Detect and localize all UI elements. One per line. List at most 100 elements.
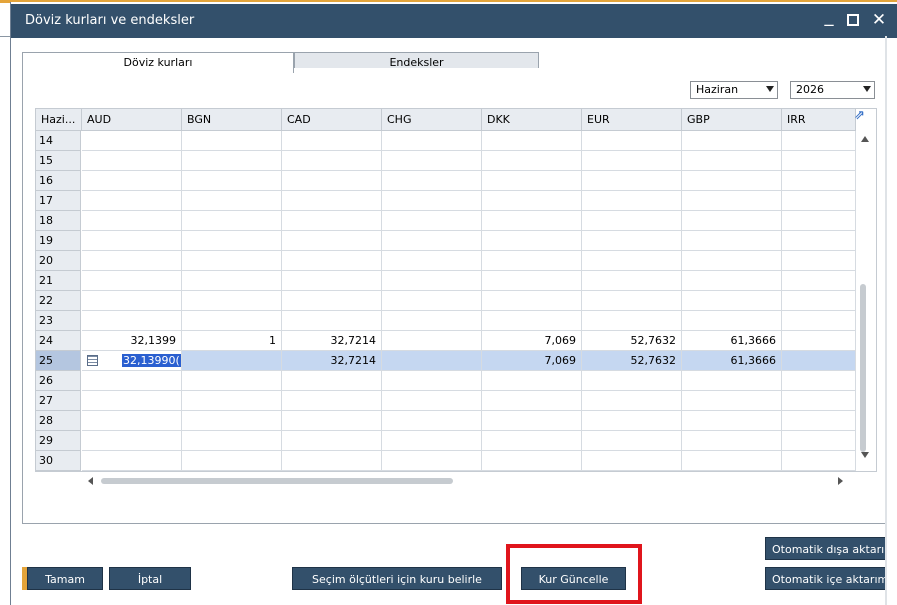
table-cell[interactable] <box>582 211 682 231</box>
table-cell[interactable] <box>282 171 382 191</box>
table-row[interactable]: 19 <box>36 231 856 251</box>
tab-exchange-rates[interactable]: Döviz kurları <box>22 52 294 73</box>
column-header-chg[interactable]: CHG <box>382 109 482 131</box>
table-cell[interactable] <box>382 431 482 451</box>
table-cell[interactable] <box>682 151 782 171</box>
table-cell[interactable] <box>682 231 782 251</box>
table-cell[interactable] <box>382 151 482 171</box>
row-header[interactable]: 23 <box>36 311 81 331</box>
table-cell[interactable]: 32,7214 <box>282 351 382 371</box>
table-cell[interactable] <box>282 451 382 471</box>
table-cell[interactable] <box>482 231 582 251</box>
column-header-eur[interactable]: EUR <box>582 109 682 131</box>
row-header[interactable]: 26 <box>36 371 81 391</box>
expand-icon[interactable]: ⇗ <box>854 109 866 122</box>
column-header-gbp[interactable]: GBP <box>682 109 782 131</box>
table-cell[interactable] <box>182 231 282 251</box>
table-cell[interactable] <box>782 251 856 271</box>
row-header[interactable]: 29 <box>36 431 81 451</box>
column-header-dkk[interactable]: DKK <box>482 109 582 131</box>
table-cell[interactable]: 61,3666 <box>682 331 782 351</box>
table-cell[interactable] <box>82 271 182 291</box>
table-cell[interactable] <box>482 171 582 191</box>
table-cell[interactable] <box>782 231 856 251</box>
table-cell[interactable] <box>382 131 482 151</box>
column-header-aud[interactable]: AUD <box>82 109 182 131</box>
table-cell[interactable] <box>182 431 282 451</box>
table-cell[interactable] <box>682 191 782 211</box>
table-row[interactable]: 27 <box>36 391 856 411</box>
table-cell[interactable] <box>682 291 782 311</box>
table-cell[interactable] <box>582 371 682 391</box>
table-cell[interactable] <box>282 271 382 291</box>
table-cell[interactable] <box>782 131 856 151</box>
table-cell[interactable] <box>382 331 482 351</box>
table-cell[interactable]: 52,7632 <box>582 351 682 371</box>
table-cell[interactable] <box>82 451 182 471</box>
table-row[interactable]: 22 <box>36 291 856 311</box>
table-cell[interactable] <box>282 131 382 151</box>
table-cell[interactable] <box>482 311 582 331</box>
row-header[interactable]: 15 <box>36 151 81 171</box>
table-cell[interactable] <box>82 411 182 431</box>
row-header[interactable]: 28 <box>36 411 81 431</box>
row-header[interactable]: 25 <box>36 351 81 371</box>
table-cell[interactable] <box>682 211 782 231</box>
table-cell[interactable] <box>782 191 856 211</box>
table-cell[interactable] <box>182 371 282 391</box>
row-header[interactable]: 18 <box>36 211 81 231</box>
table-cell[interactable] <box>682 451 782 471</box>
table-row[interactable]: 17 <box>36 191 856 211</box>
table-row[interactable]: 14 <box>36 131 856 151</box>
scroll-down-icon[interactable] <box>861 452 869 458</box>
set-rate-for-criteria-button[interactable]: Seçim ölçütleri için kuru belirle <box>292 567 502 590</box>
table-row[interactable]: 21 <box>36 271 856 291</box>
ok-button[interactable]: Tamam <box>27 567 103 590</box>
row-header[interactable]: 22 <box>36 291 81 311</box>
table-cell[interactable] <box>282 231 382 251</box>
table-row[interactable]: 20 <box>36 251 856 271</box>
table-cell[interactable] <box>582 171 682 191</box>
table-cell[interactable] <box>682 391 782 411</box>
row-header[interactable]: 19 <box>36 231 81 251</box>
table-cell[interactable] <box>82 311 182 331</box>
table-cell[interactable] <box>682 411 782 431</box>
table-cell[interactable] <box>82 231 182 251</box>
table-row[interactable]: 28 <box>36 411 856 431</box>
table-cell[interactable] <box>482 391 582 411</box>
row-header[interactable]: 17 <box>36 191 81 211</box>
table-cell[interactable] <box>782 271 856 291</box>
column-header-cad[interactable]: CAD <box>282 109 382 131</box>
table-cell[interactable] <box>182 131 282 151</box>
vertical-scrollbar[interactable] <box>856 130 874 466</box>
table-cell[interactable] <box>782 171 856 191</box>
table-cell[interactable] <box>382 411 482 431</box>
cell-edit-value[interactable]: 32,13990( <box>122 354 181 367</box>
table-cell[interactable] <box>282 151 382 171</box>
auto-import-button[interactable]: Otomatik içe aktarım <box>765 567 887 590</box>
table-cell[interactable] <box>782 351 856 371</box>
table-cell[interactable] <box>382 171 482 191</box>
auto-export-button[interactable]: Otomatik dışa aktarım <box>765 537 887 560</box>
table-cell[interactable] <box>682 171 782 191</box>
table-cell[interactable] <box>182 451 282 471</box>
table-cell[interactable] <box>382 231 482 251</box>
table-cell[interactable] <box>82 131 182 151</box>
table-cell[interactable] <box>382 391 482 411</box>
table-cell[interactable] <box>282 211 382 231</box>
table-cell[interactable] <box>282 191 382 211</box>
table-cell[interactable] <box>582 191 682 211</box>
row-header[interactable]: 14 <box>36 131 81 151</box>
table-row[interactable]: 26 <box>36 371 856 391</box>
table-row[interactable]: 23 <box>36 311 856 331</box>
table-cell[interactable] <box>382 291 482 311</box>
column-header-irr[interactable]: IRR <box>782 109 856 131</box>
table-cell[interactable] <box>382 271 482 291</box>
table-cell[interactable]: 32,13990( <box>82 351 182 371</box>
scroll-right-icon[interactable] <box>838 477 843 485</box>
table-cell[interactable] <box>382 191 482 211</box>
table-cell[interactable] <box>382 211 482 231</box>
scroll-thumb[interactable] <box>101 478 453 484</box>
table-cell[interactable]: 1 <box>182 331 282 351</box>
table-cell[interactable] <box>182 391 282 411</box>
